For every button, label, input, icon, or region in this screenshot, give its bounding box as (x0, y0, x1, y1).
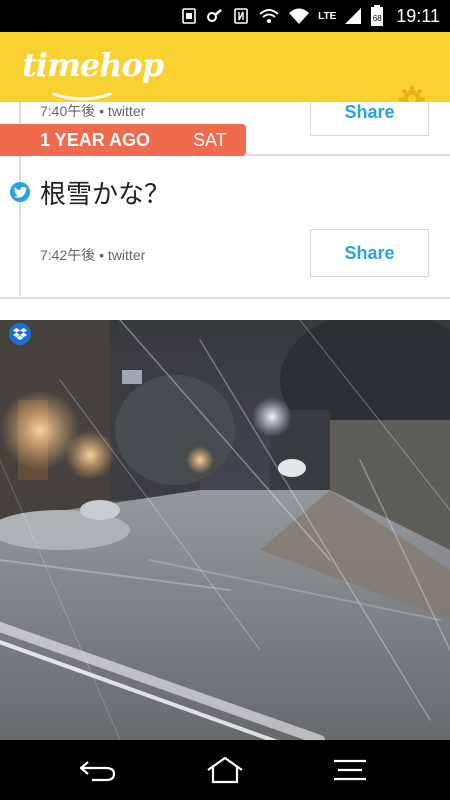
ribbon-label: 1 YEAR AGO (40, 130, 151, 150)
app-header: timehop (0, 32, 450, 112)
menu-icon[interactable] (320, 750, 380, 790)
wifi-icon (288, 7, 310, 25)
year-ago-ribbon: 1 YEAR AGO SAT (0, 124, 246, 156)
post-meta: 7:42午後 • twitter (40, 247, 146, 263)
vpn-key-icon (206, 7, 224, 25)
logo-smile-mark (52, 92, 112, 101)
timehop-logo[interactable]: timehop (22, 46, 164, 84)
battery-level: 68 (372, 14, 382, 23)
network-type: LTE (318, 10, 337, 22)
prev-post-meta: 7:40午後 • twitter (40, 103, 146, 119)
post-photo[interactable] (0, 320, 450, 740)
battery-icon: 68 (370, 5, 384, 27)
dropbox-icon (9, 323, 31, 345)
signal-icon (344, 7, 362, 25)
sim-icon (180, 7, 198, 25)
ribbon-day: SAT (193, 130, 227, 150)
post-text: 根雪かな？ (40, 180, 171, 210)
divider (0, 297, 450, 299)
status-time: 19:11 (396, 5, 440, 26)
navigation-bar (0, 740, 450, 800)
nfc-icon (232, 7, 250, 25)
wifi-call-icon (258, 7, 280, 25)
twitter-icon (10, 182, 30, 202)
back-icon[interactable] (68, 750, 128, 790)
snow-street-image (0, 320, 450, 740)
prev-share-button[interactable]: Share (310, 102, 429, 136)
share-button[interactable]: Share (310, 229, 429, 277)
home-icon[interactable] (195, 750, 255, 790)
feed[interactable]: 7:40午後 • twitter Share 1 YEAR AGO SAT 根雪… (0, 102, 450, 320)
status-bar: LTE 68 19:11 (0, 0, 450, 32)
